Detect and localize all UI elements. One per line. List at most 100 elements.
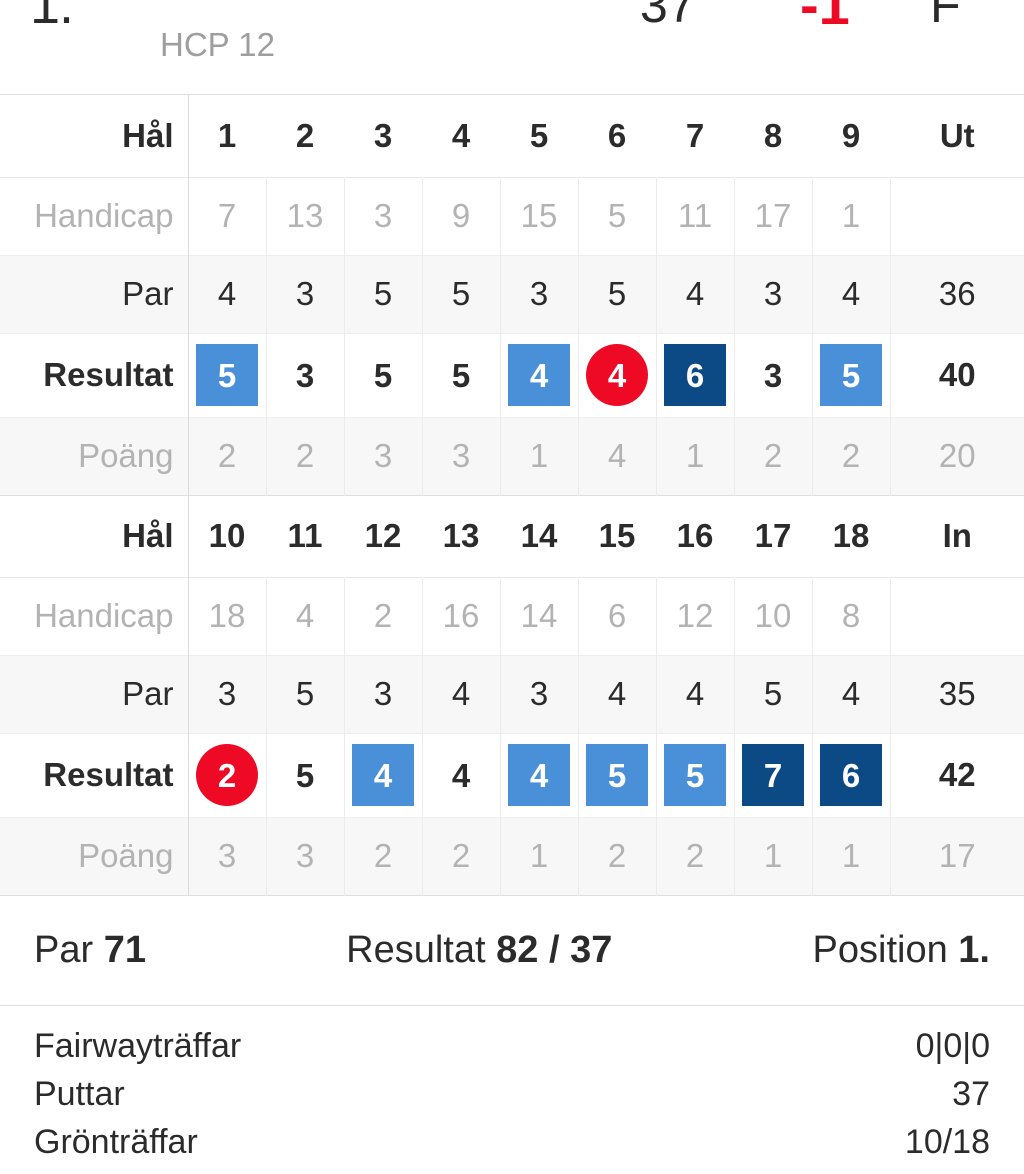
par-cell-8: 3 bbox=[734, 255, 813, 333]
summary-par-value: 71 bbox=[103, 928, 146, 971]
points-cell-4: 3 bbox=[422, 417, 501, 495]
points-total-back: 17 bbox=[890, 817, 1024, 895]
result-cell-1[interactable]: 5 bbox=[188, 333, 267, 417]
handicap-cell-1: 7 bbox=[188, 177, 267, 255]
par-total-front: 36 bbox=[890, 255, 1024, 333]
points-cell-17: 1 bbox=[734, 817, 813, 895]
summary-par: Par 71 bbox=[34, 929, 146, 972]
summary-position-value: 1. bbox=[958, 928, 990, 971]
par-cell-11: 5 bbox=[266, 655, 345, 733]
row-label-hole: Hål bbox=[0, 95, 189, 177]
row-label-points: Poäng bbox=[0, 417, 189, 495]
hole-number-17: 17 bbox=[734, 495, 812, 577]
summary-strip: Par 71 Resultat 82 / 37 Position 1. bbox=[0, 895, 1024, 1006]
hole-number-5: 5 bbox=[500, 95, 578, 177]
result-cell-16[interactable]: 5 bbox=[656, 733, 735, 817]
score-marker-birdie: 2 bbox=[196, 744, 258, 806]
points-cell-2: 2 bbox=[266, 417, 345, 495]
summary-result: Resultat 82 / 37 bbox=[146, 929, 813, 972]
points-cell-13: 2 bbox=[422, 817, 501, 895]
hole-number-2: 2 bbox=[266, 95, 344, 177]
player-handicap: HCP 12 bbox=[160, 26, 275, 63]
points-cell-3: 3 bbox=[344, 417, 423, 495]
handicap-cell-13: 16 bbox=[422, 577, 501, 655]
result-row-back: Resultat 2 5 4 4 4 5 5 7 6 42 bbox=[0, 733, 1024, 817]
score-marker-bogey: 5 bbox=[664, 744, 726, 806]
result-cell-2[interactable]: 3 bbox=[266, 333, 345, 417]
score-marker-birdie: 4 bbox=[586, 344, 648, 406]
points-cell-18: 1 bbox=[812, 817, 891, 895]
score-marker-plain: 5 bbox=[451, 356, 471, 394]
handicap-cell-11: 4 bbox=[266, 577, 345, 655]
points-cell-8: 2 bbox=[734, 417, 813, 495]
result-cell-14[interactable]: 4 bbox=[500, 733, 579, 817]
par-cell-17: 5 bbox=[734, 655, 813, 733]
header-status: F bbox=[930, 0, 961, 33]
result-cell-6[interactable]: 4 bbox=[578, 333, 657, 417]
par-cell-18: 4 bbox=[812, 655, 891, 733]
points-cell-6: 4 bbox=[578, 417, 657, 495]
points-cell-11: 3 bbox=[266, 817, 345, 895]
result-cell-4[interactable]: 5 bbox=[422, 333, 501, 417]
handicap-cell-14: 14 bbox=[500, 577, 579, 655]
hole-number-15: 15 bbox=[578, 495, 656, 577]
hole-number-12: 12 bbox=[344, 495, 422, 577]
stat-label: Fairwayträffar bbox=[34, 1026, 242, 1065]
handicap-cell-8: 17 bbox=[734, 177, 813, 255]
points-cell-10: 3 bbox=[188, 817, 267, 895]
row-label-par: Par bbox=[0, 655, 189, 733]
hole-number-6: 6 bbox=[578, 95, 656, 177]
handicap-row-front: Handicap 7 13 3 9 15 5 11 17 1 bbox=[0, 177, 1024, 255]
summary-position-label: Position bbox=[812, 928, 948, 971]
result-cell-12[interactable]: 4 bbox=[344, 733, 423, 817]
hole-number-9: 9 bbox=[812, 95, 890, 177]
result-cell-9[interactable]: 5 bbox=[812, 333, 891, 417]
score-marker-plain: 4 bbox=[451, 756, 471, 794]
handicap-cell-9: 1 bbox=[812, 177, 891, 255]
summary-par-label: Par bbox=[34, 928, 94, 971]
result-cell-11[interactable]: 5 bbox=[266, 733, 345, 817]
par-cell-16: 4 bbox=[656, 655, 735, 733]
score-marker-bogey: 5 bbox=[586, 744, 648, 806]
result-cell-8[interactable]: 3 bbox=[734, 333, 813, 417]
scorecard-table: Hål 1 2 3 4 5 6 7 8 9 Ut Handicap 7 13 3 9 15 5 11 17 1 Par 4 3… bbox=[0, 95, 1024, 896]
par-row-back: Par 3 5 3 4 3 4 4 5 4 35 bbox=[0, 655, 1024, 733]
row-label-result: Resultat bbox=[0, 733, 189, 817]
hole-number-13: 13 bbox=[422, 495, 500, 577]
result-cell-10[interactable]: 2 bbox=[188, 733, 267, 817]
summary-result-value: 82 / 37 bbox=[496, 928, 613, 971]
stats-block: Fairwayträffar 0|0|0 Puttar 37 Grönträff… bbox=[0, 1005, 1024, 1167]
result-cell-3[interactable]: 5 bbox=[344, 333, 423, 417]
handicap-cell-10: 18 bbox=[188, 577, 267, 655]
result-row-front: Resultat 5 3 5 5 4 4 6 3 5 40 bbox=[0, 333, 1024, 417]
stat-value: 10/18 bbox=[904, 1123, 990, 1162]
points-row-front: Poäng 2 2 3 3 1 4 1 2 2 20 bbox=[0, 417, 1024, 495]
handicap-cell-15: 6 bbox=[578, 577, 657, 655]
handicap-cell-12: 2 bbox=[344, 577, 423, 655]
score-marker-dbogey: 6 bbox=[664, 344, 726, 406]
result-cell-13[interactable]: 4 bbox=[422, 733, 501, 817]
par-cell-6: 5 bbox=[578, 255, 657, 333]
result-cell-18[interactable]: 6 bbox=[812, 733, 891, 817]
score-marker-dbogey: 6 bbox=[820, 744, 882, 806]
result-cell-15[interactable]: 5 bbox=[578, 733, 657, 817]
score-marker-bogey: 4 bbox=[508, 344, 570, 406]
score-marker-plain: 5 bbox=[295, 756, 315, 794]
summary-position: Position 1. bbox=[813, 929, 990, 972]
points-cell-12: 2 bbox=[344, 817, 423, 895]
handicap-total-front bbox=[890, 177, 1024, 255]
result-total-front: 40 bbox=[890, 333, 1024, 417]
row-label-hole: Hål bbox=[0, 495, 189, 577]
par-cell-2: 3 bbox=[266, 255, 345, 333]
stat-row: Grönträffar 10/18 bbox=[34, 1118, 990, 1166]
points-total-front: 20 bbox=[890, 417, 1024, 495]
points-cell-1: 2 bbox=[188, 417, 267, 495]
result-cell-5[interactable]: 4 bbox=[500, 333, 579, 417]
player-position: 1. bbox=[30, 0, 74, 35]
result-cell-7[interactable]: 6 bbox=[656, 333, 735, 417]
handicap-cell-6: 5 bbox=[578, 177, 657, 255]
hole-number-1: 1 bbox=[188, 95, 266, 177]
header-to-par: -1 bbox=[800, 0, 850, 36]
result-cell-17[interactable]: 7 bbox=[734, 733, 813, 817]
header-points-total: 37 bbox=[640, 0, 696, 33]
